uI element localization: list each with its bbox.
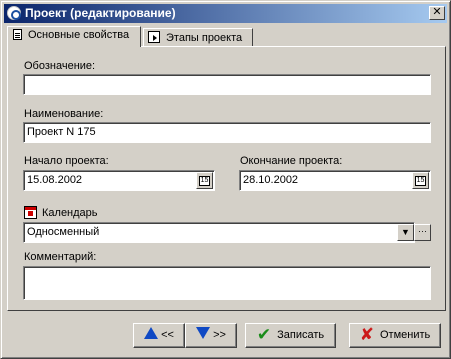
calendar-select[interactable]: Односменный [23, 222, 415, 243]
arrow-down-icon [196, 327, 211, 339]
calendar-dropdown-button[interactable]: ▼ [397, 224, 414, 241]
cancel-label: Отменить [379, 329, 431, 341]
window-title: Проект (редактирование) [25, 6, 176, 20]
tab-panel: Обозначение: Наименование: Проект N 175 … [7, 46, 446, 311]
tab-label: Основные свойства [28, 29, 130, 41]
next-label: >> [213, 329, 226, 341]
dialog-window: Проект (редактирование) ✕ Основные свойс… [0, 0, 451, 359]
stages-icon [148, 31, 160, 43]
calendar-icon: 15 [415, 176, 426, 186]
calendar-label-icon [24, 206, 37, 219]
cancel-button[interactable]: ✘ Отменить [349, 323, 441, 348]
tab-project-stages[interactable]: Этапы проекта [143, 28, 253, 46]
arrow-up-icon [144, 327, 159, 339]
previous-button[interactable]: << [133, 323, 185, 348]
designation-field[interactable] [23, 74, 431, 95]
close-button[interactable]: ✕ [429, 6, 445, 20]
cancel-x-icon: ✘ [359, 325, 374, 344]
designation-label: Обозначение: [24, 60, 96, 72]
tab-label: Этапы проекта [166, 32, 243, 44]
end-date-field[interactable]: 28.10.2002 [239, 170, 431, 191]
name-label: Наименование: [24, 108, 104, 120]
save-button[interactable]: ✔ Записать [245, 323, 336, 348]
comment-field[interactable] [23, 266, 431, 300]
title-bar[interactable]: Проект (редактирование) ✕ [4, 4, 447, 23]
tab-main-properties[interactable]: Основные свойства [7, 26, 141, 47]
app-logo-icon [7, 6, 21, 20]
checkmark-icon: ✔ [256, 325, 272, 344]
calendar-more-button[interactable]: ··· [414, 224, 431, 241]
calendar-icon: 15 [199, 176, 210, 186]
end-date-picker-button[interactable]: 15 [412, 172, 429, 189]
previous-label: << [161, 329, 174, 341]
name-field[interactable]: Проект N 175 [23, 122, 431, 143]
start-date-picker-button[interactable]: 15 [196, 172, 213, 189]
start-date-field[interactable]: 15.08.2002 [23, 170, 215, 191]
save-label: Записать [277, 329, 325, 341]
end-date-label: Окончание проекта: [240, 155, 343, 167]
document-icon [13, 29, 22, 40]
next-button[interactable]: >> [185, 323, 237, 348]
start-date-label: Начало проекта: [24, 155, 109, 167]
comment-label: Комментарий: [24, 251, 97, 263]
calendar-label: Календарь [42, 207, 98, 219]
